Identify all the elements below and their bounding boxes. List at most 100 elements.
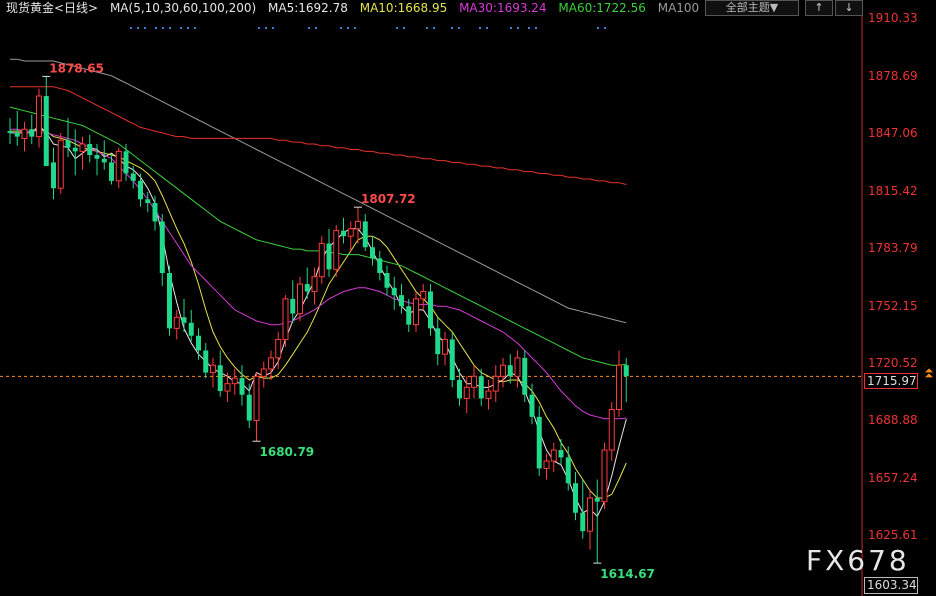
price-arrow-icon (925, 368, 933, 378)
candle-body (384, 273, 390, 288)
marker-dot (155, 27, 157, 29)
theme-dropdown[interactable]: 全部主题▼ (705, 0, 799, 16)
extreme-label: 1680.79 (260, 445, 315, 459)
candle-body (138, 180, 143, 200)
marker-dot (130, 27, 132, 29)
ma10-value: MA10:1668.95 (359, 1, 448, 15)
candle-body (159, 221, 165, 274)
scroll-up-button[interactable]: ↑ (805, 0, 833, 16)
candle-body (580, 512, 586, 532)
marker-dot (315, 27, 317, 29)
candle-body (406, 306, 412, 325)
candle-body (370, 247, 375, 259)
candle-body (478, 376, 484, 399)
candle-body (7, 131, 13, 133)
axis-tick: 1910.33 (868, 11, 918, 25)
marker-dot (169, 27, 171, 29)
candle-body (188, 322, 194, 336)
candle-body (623, 365, 629, 377)
candle-body (492, 375, 499, 392)
marker-dot (137, 27, 139, 29)
marker-dot (340, 27, 342, 29)
candle-body (57, 139, 64, 189)
candle-body (14, 132, 20, 137)
candle-body (275, 338, 282, 359)
candle-body (43, 96, 49, 167)
candle-body (391, 287, 397, 296)
marker-dot (479, 27, 481, 29)
marker-dot (354, 27, 356, 29)
candle-body (268, 357, 274, 370)
candle-body (304, 284, 310, 292)
scroll-down-button[interactable]: ↓ (835, 0, 863, 16)
candlestick-chart[interactable]: 1878.65 1807.72 1680.79 1614.67 (0, 0, 936, 596)
candle-body (260, 368, 267, 377)
candle-body (543, 460, 550, 469)
candle-body (246, 394, 252, 421)
bottom-price-label: 1603.34 (864, 577, 918, 594)
candle-body (253, 375, 260, 422)
candle-body (130, 173, 136, 181)
candle-body (362, 221, 368, 248)
candle-body (173, 316, 180, 329)
candle-body (145, 199, 151, 203)
marker-dot (604, 27, 606, 29)
marker-dot (162, 27, 164, 29)
axis-tick: 1783.79 (868, 241, 918, 255)
marker-dot (426, 27, 428, 29)
extreme-label: 1807.72 (361, 192, 416, 206)
extreme-label: 1878.65 (49, 61, 104, 75)
candle-body (420, 290, 427, 300)
marker-dot (597, 27, 599, 29)
candle-body (500, 364, 506, 377)
marker-dot (144, 27, 146, 29)
axis-tick: 1878.69 (868, 69, 918, 83)
candle-body (573, 483, 578, 513)
candle-body (65, 140, 71, 148)
candle-body (109, 162, 114, 181)
axis-tick: 1625.61 (868, 528, 918, 542)
marker-dot (180, 27, 182, 29)
marker-dot (347, 27, 349, 29)
candle-body (72, 147, 78, 152)
marker-dot (517, 27, 519, 29)
chart-stage[interactable]: 1878.65 1807.72 1680.79 1614.67 现货黄金<日线> MA… (0, 0, 936, 596)
candle-body (413, 298, 419, 326)
candle-body (457, 379, 462, 399)
candle-body (87, 143, 93, 156)
candle-body (297, 283, 303, 315)
ma30-value: MA30:1693.24 (459, 1, 547, 15)
ma5-line (10, 124, 627, 518)
marker-dot (396, 27, 398, 29)
marker-dot (272, 27, 274, 29)
candle-body (536, 416, 542, 469)
ma100-line (10, 58, 627, 324)
candle-body (529, 394, 535, 417)
ma5-value: MA5:1692.78 (268, 1, 348, 15)
candle-body (239, 378, 245, 395)
candle-body (115, 150, 122, 182)
candle-body (522, 357, 528, 395)
candle-body (565, 457, 571, 484)
candle-body (594, 497, 600, 502)
marker-dot (458, 27, 460, 29)
candle-body (449, 339, 455, 380)
candle-body (463, 386, 470, 399)
axis-tick: 1688.88 (868, 413, 918, 427)
candle-body (101, 158, 107, 163)
candle-body (558, 450, 564, 458)
marker-dot (510, 27, 512, 29)
instrument-title[interactable]: 现货黄金<日线> (6, 1, 98, 15)
axis-tick: 1657.24 (868, 471, 918, 485)
candle-body (29, 129, 35, 137)
axis-tick: 1752.15 (868, 299, 918, 313)
candle-body (217, 365, 223, 392)
candle-body (333, 230, 340, 270)
candle-body (51, 162, 56, 189)
candle-body (231, 377, 238, 385)
candle-body (399, 295, 404, 307)
candle-body (514, 357, 521, 377)
candle-body (167, 273, 172, 329)
candle-body (36, 95, 42, 138)
fx678-watermark: FX678 (806, 544, 910, 577)
